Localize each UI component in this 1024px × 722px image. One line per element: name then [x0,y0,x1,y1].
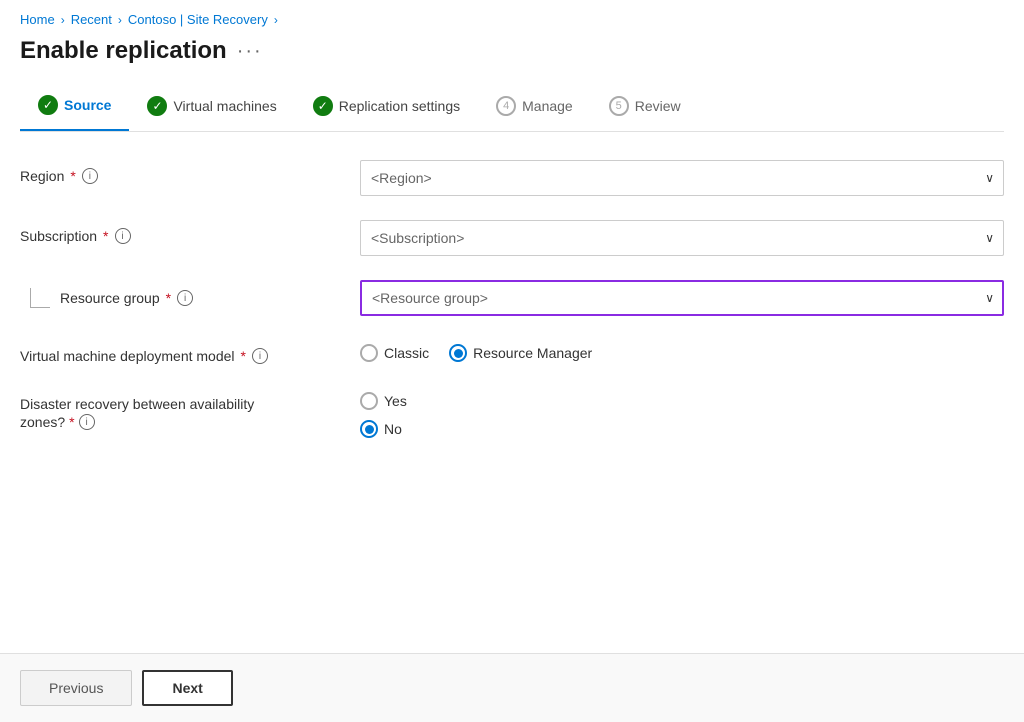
subscription-select[interactable]: <Subscription> [360,220,1004,256]
next-button[interactable]: Next [142,670,232,706]
disaster-recovery-radio-group: Yes No [360,388,1004,438]
step-vm-circle: ✓ [147,96,167,116]
steps-nav: ✓ Source ✓ Virtual machines ✓ Replicatio… [20,85,1004,132]
vm-deployment-label: Virtual machine deployment model [20,348,235,364]
step-rep-label: Replication settings [339,98,460,114]
disaster-recovery-info-icon[interactable]: i [79,414,95,430]
vm-classic-radio[interactable] [360,344,378,362]
step-source-label: Source [64,97,111,113]
resource-group-control-col: <Resource group> [360,280,1004,316]
region-dropdown-wrapper: <Region> [360,160,1004,196]
disaster-recovery-row: Disaster recovery between availability z… [20,388,1004,438]
breadcrumb-sep-2: › [118,13,122,27]
resource-group-label-wrap: Resource group * i [60,290,193,306]
page-title: Enable replication [20,37,227,65]
breadcrumb-home[interactable]: Home [20,12,55,27]
step-vm-label: Virtual machines [173,98,276,114]
indent-line [30,288,50,308]
disaster-recovery-label-col: Disaster recovery between availability z… [20,388,340,430]
disaster-recovery-label-line1: Disaster recovery between availability [20,396,254,412]
region-label: Region [20,168,64,184]
resource-group-dropdown-wrapper: <Resource group> [360,280,1004,316]
region-info-icon[interactable]: i [82,168,98,184]
step-review-label: Review [635,98,681,114]
disaster-recovery-required: * [69,414,74,430]
dr-yes-label: Yes [384,393,407,409]
step-rep-circle: ✓ [313,96,333,116]
region-control-col: <Region> [360,160,1004,196]
step-manage[interactable]: 4 Manage [478,86,591,130]
step-source-circle: ✓ [38,95,58,115]
subscription-label-col: Subscription * i [20,220,340,244]
dr-no-radio-inner [365,425,374,434]
vm-deployment-info-icon[interactable]: i [252,348,268,364]
breadcrumb-site-recovery[interactable]: Contoso | Site Recovery [128,12,268,27]
resource-group-row: Resource group * i <Resource group> [20,280,1004,316]
subscription-label: Subscription [20,228,97,244]
subscription-required: * [103,228,108,244]
step-review[interactable]: 5 Review [591,86,699,130]
vm-resource-manager-option[interactable]: Resource Manager [449,344,592,362]
region-required: * [70,168,75,184]
breadcrumb-recent[interactable]: Recent [71,12,112,27]
content-area: ✓ Source ✓ Virtual machines ✓ Replicatio… [0,85,1024,653]
vm-deployment-required: * [241,348,246,364]
previous-button[interactable]: Previous [20,670,132,706]
dr-no-label: No [384,421,402,437]
form-section: Region * i <Region> Subscription * [20,160,1004,438]
subscription-control-col: <Subscription> [360,220,1004,256]
subscription-info-icon[interactable]: i [115,228,131,244]
dr-yes-radio[interactable] [360,392,378,410]
vm-deployment-radio-group: Classic Resource Manager [360,340,1004,362]
dr-yes-option[interactable]: Yes [360,392,1004,410]
subscription-row: Subscription * i <Subscription> [20,220,1004,256]
resource-group-select[interactable]: <Resource group> [360,280,1004,316]
resource-group-info-icon[interactable]: i [177,290,193,306]
step-manage-label: Manage [522,98,573,114]
footer: Previous Next [0,653,1024,722]
more-options-button[interactable]: ··· [237,40,263,63]
resource-group-indent: Resource group * i [20,280,340,308]
vm-deployment-control-col: Classic Resource Manager [360,340,1004,362]
vm-resource-manager-label: Resource Manager [473,345,592,361]
step-source[interactable]: ✓ Source [20,85,129,131]
breadcrumb-sep-1: › [61,13,65,27]
subscription-dropdown-wrapper: <Subscription> [360,220,1004,256]
vm-classic-label: Classic [384,345,429,361]
vm-rm-radio-inner [454,349,463,358]
step-manage-circle: 4 [496,96,516,116]
dr-no-option[interactable]: No [360,420,1004,438]
vm-deployment-model-row: Virtual machine deployment model * i Cla… [20,340,1004,364]
dr-no-radio[interactable] [360,420,378,438]
page-wrapper: Home › Recent › Contoso | Site Recovery … [0,0,1024,722]
breadcrumb: Home › Recent › Contoso | Site Recovery … [0,0,1024,27]
breadcrumb-sep-3: › [274,13,278,27]
resource-group-label: Resource group [60,290,160,306]
disaster-recovery-control-col: Yes No [360,388,1004,438]
region-row: Region * i <Region> [20,160,1004,196]
region-select[interactable]: <Region> [360,160,1004,196]
resource-group-required: * [166,290,171,306]
page-header: Enable replication ··· [0,27,1024,85]
step-virtual-machines[interactable]: ✓ Virtual machines [129,86,294,130]
step-review-circle: 5 [609,96,629,116]
step-replication-settings[interactable]: ✓ Replication settings [295,86,478,130]
region-label-col: Region * i [20,160,340,184]
vm-rm-radio[interactable] [449,344,467,362]
vm-deployment-label-col: Virtual machine deployment model * i [20,340,340,364]
vm-classic-option[interactable]: Classic [360,344,429,362]
disaster-recovery-label-line2: zones? [20,414,65,430]
